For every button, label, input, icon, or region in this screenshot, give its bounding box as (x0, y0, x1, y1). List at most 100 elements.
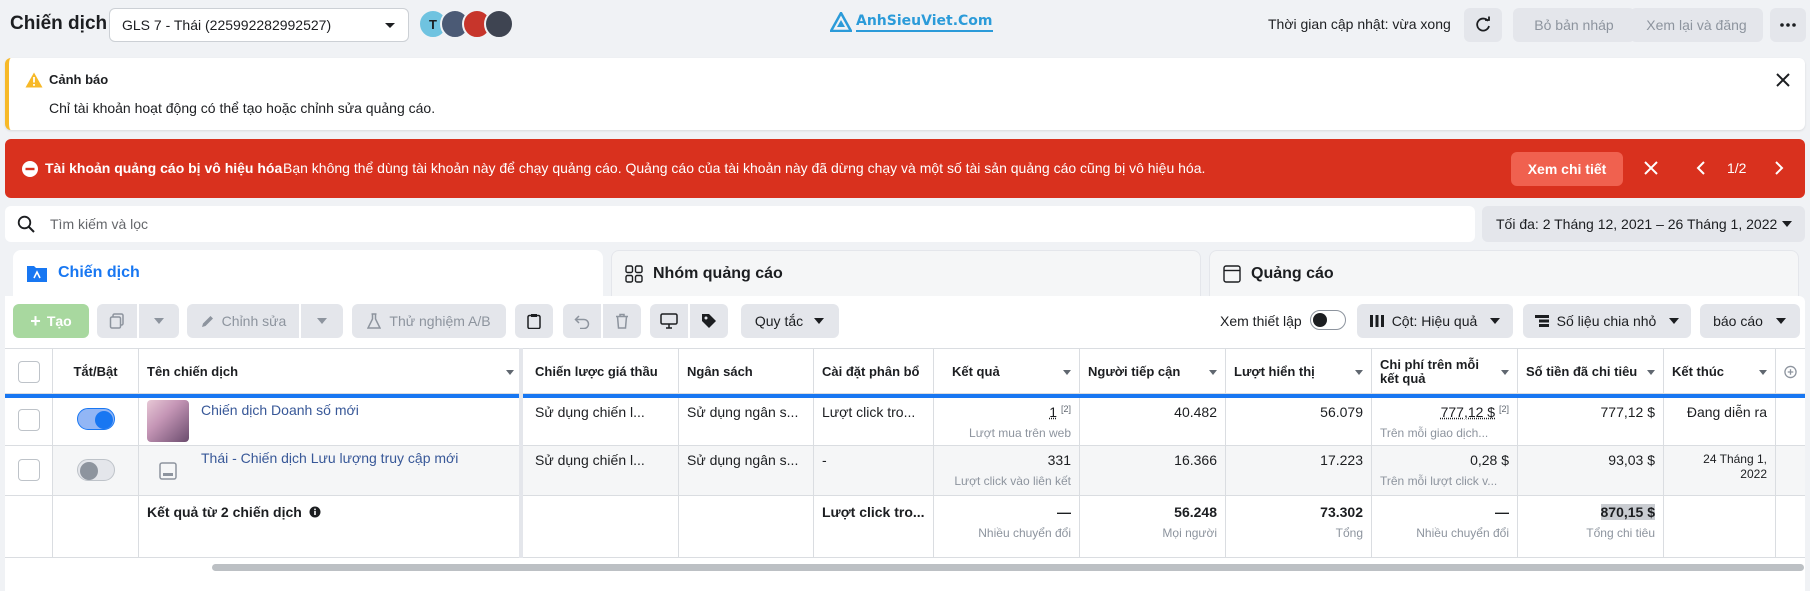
columns-icon (1369, 315, 1384, 327)
close-icon[interactable] (1775, 72, 1791, 88)
row-bid-cell: Sử dụng chiến l... (527, 446, 679, 495)
account-avatars[interactable]: T (418, 9, 514, 39)
col-spent-label: Số tiền đã chi tiêu (1526, 364, 1638, 379)
cpr-value[interactable]: 777,12 $ (1441, 404, 1496, 420)
chevron-down-icon (814, 318, 825, 324)
tab-campaigns[interactable]: Chiến dịch (13, 250, 603, 296)
reports-button[interactable]: báo cáo (1700, 304, 1800, 338)
edit-menu-button[interactable] (301, 304, 343, 338)
search-input[interactable] (50, 216, 1450, 232)
account-name: GLS 7 - Thái (225992282992527) (122, 17, 332, 33)
search-bar[interactable] (5, 206, 1475, 242)
no-entry-icon (22, 161, 38, 177)
campaign-name-link[interactable]: Chiến dịch Doanh số mới (201, 402, 359, 418)
totals-spacer (1664, 496, 1776, 557)
refresh-button[interactable] (1464, 8, 1502, 42)
breakdown-button[interactable]: Số liệu chia nhỏ (1523, 304, 1691, 338)
ab-test-button[interactable]: Thử nghiệm A/B (352, 304, 506, 338)
reach-value: 16.366 (1174, 452, 1217, 468)
folder-icon (27, 266, 47, 282)
info-icon[interactable] (309, 506, 321, 518)
duplicate-menu-button[interactable] (139, 304, 179, 338)
col-impressions[interactable]: Lượt hiển thị (1226, 349, 1372, 395)
row-cpr-cell: 777,12 $ [2] Trên mỗi giao dịch... (1372, 398, 1518, 445)
close-icon[interactable] (1643, 160, 1659, 176)
chevron-right-icon[interactable] (1771, 160, 1787, 176)
row-budget-cell: Sử dụng ngân s... (679, 398, 814, 445)
campaign-toggle-off[interactable] (77, 459, 115, 481)
select-all-checkbox[interactable] (17, 361, 40, 383)
tab-ad-sets[interactable]: Nhóm quảng cáo (611, 250, 1201, 296)
totals-cpr-cell: — Nhiều chuyển đổi (1372, 496, 1518, 557)
table-row[interactable]: Chiến dịch Doanh số mới Sử dụng chiến l.… (5, 398, 1805, 446)
tab-ads[interactable]: Quảng cáo (1209, 250, 1799, 296)
reports-label: báo cáo (1713, 313, 1763, 329)
grid-icon (625, 264, 643, 283)
edit-button[interactable]: Chỉnh sửa (187, 304, 299, 338)
row-reach-cell: 40.482 (1080, 398, 1226, 445)
row-toggle-cell (53, 446, 139, 495)
col-results[interactable]: Kết quả (934, 349, 1080, 395)
create-button[interactable]: + Tạo (13, 304, 89, 338)
row-cpr-cell: 0,28 $ Trên mỗi lượt click v... (1372, 446, 1518, 495)
impressions-value: 17.223 (1320, 452, 1363, 468)
delete-button[interactable] (603, 304, 641, 338)
col-reach[interactable]: Người tiếp cận (1080, 349, 1226, 395)
tag-button[interactable] (690, 304, 728, 338)
cpr-type: Trên mỗi lượt click v... (1380, 474, 1498, 488)
row-bid-cell: Sử dụng chiến l... (527, 398, 679, 445)
campaign-name-link[interactable]: Thái - Chiến dịch Lưu lượng truy cập mới (201, 450, 458, 466)
discard-draft-button[interactable]: Bỏ bản nháp (1513, 8, 1635, 42)
chevron-left-icon[interactable] (1693, 160, 1709, 176)
more-options-button[interactable] (1770, 8, 1806, 42)
chevron-down-icon (1669, 318, 1680, 324)
warning-banner: Cảnh báo Chỉ tài khoản hoạt động có thể … (5, 58, 1805, 130)
add-column-button[interactable] (1776, 349, 1805, 395)
preview-button[interactable] (650, 304, 688, 338)
budget-value: Sử dụng ngân s... (687, 404, 799, 420)
account-disabled-alert: Tài khoản quảng cáo bị vô hiệu hóa Bạn k… (5, 139, 1805, 198)
warning-title: Cảnh báo (49, 72, 109, 87)
horizontal-scrollbar[interactable] (212, 564, 1804, 571)
search-icon (17, 215, 35, 233)
account-selector[interactable]: GLS 7 - Thái (225992282992527) (109, 8, 409, 42)
results-value[interactable]: 1 (1049, 404, 1057, 420)
totals-attribution-cell: Lượt click tro... (814, 496, 934, 557)
create-label: Tạo (46, 313, 72, 329)
row-name-cell: Thái - Chiến dịch Lưu lượng truy cập mới (139, 446, 523, 495)
tab-label: Quảng cáo (1251, 264, 1334, 282)
cpr-type: Trên mỗi giao dịch... (1380, 426, 1489, 440)
col-name[interactable]: Tên chiến dịch (139, 349, 523, 395)
ends-value: Đang diễn ra (1686, 404, 1767, 420)
col-ends-label: Kết thúc (1672, 364, 1724, 379)
view-details-button[interactable]: Xem chi tiết (1511, 152, 1623, 186)
rules-button[interactable]: Quy tắc (741, 304, 839, 338)
row-results-cell: 331 Lượt click vào liên kết (934, 446, 1080, 495)
col-toggle[interactable]: Tắt/Bật (53, 349, 139, 395)
table-row[interactable]: Thái - Chiến dịch Lưu lượng truy cập mới… (5, 446, 1805, 496)
avatar[interactable] (484, 9, 514, 39)
row-toggle-cell (53, 398, 139, 445)
clipboard-button[interactable] (515, 304, 553, 338)
row-checkbox[interactable] (18, 409, 40, 431)
review-publish-button[interactable]: Xem lại và đăng (1630, 8, 1763, 42)
col-ends[interactable]: Kết thúc (1664, 349, 1776, 395)
columns-button[interactable]: Cột: Hiệu quả (1357, 304, 1513, 338)
update-time: Thời gian cập nhật: vừa xong (1268, 16, 1451, 32)
col-cost-per-result[interactable]: Chi phí trên mỗi kết quả (1372, 349, 1518, 395)
ab-test-label: Thử nghiệm A/B (389, 313, 491, 329)
col-budget[interactable]: Ngân sách (679, 349, 814, 395)
date-range-picker[interactable]: Tối đa: 2 Tháng 12, 2021 – 26 Tháng 1, 2… (1482, 206, 1805, 242)
row-checkbox[interactable] (18, 459, 40, 481)
col-bid-strategy[interactable]: Chiến lược giá thầu (527, 349, 679, 395)
campaign-toggle-on[interactable] (77, 408, 115, 430)
toggle-knob (95, 411, 113, 429)
col-attribution[interactable]: Cài đặt phân bổ (814, 349, 934, 395)
duplicate-button[interactable] (97, 304, 137, 338)
sort-icon (1355, 370, 1363, 375)
ends-value: 24 Tháng 1, 2022 (1703, 452, 1767, 481)
alert-title: Tài khoản quảng cáo bị vô hiệu hóa (45, 160, 283, 176)
view-setup-toggle[interactable] (1310, 310, 1346, 330)
undo-button[interactable] (563, 304, 601, 338)
col-amount-spent[interactable]: Số tiền đã chi tiêu (1518, 349, 1664, 395)
